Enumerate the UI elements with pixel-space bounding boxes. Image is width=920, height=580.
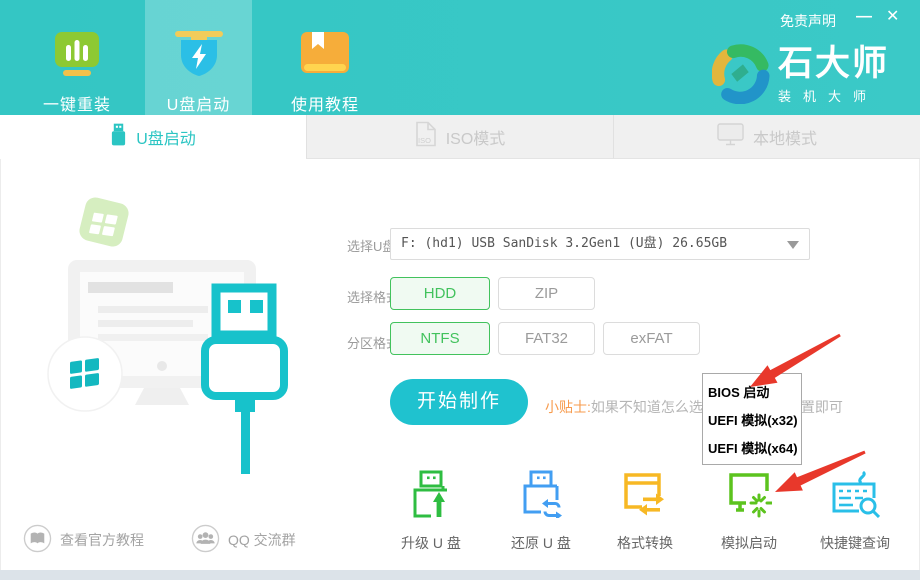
header-bar: 一键重装 U盘启动 使用教程 免责声明 — ✕ (0, 0, 920, 115)
tip-label: 小贴士: (545, 399, 591, 415)
partition-option-exfat[interactable]: exFAT (603, 322, 700, 355)
nav-item-usb-boot[interactable]: U盘启动 (145, 0, 252, 115)
nav-label: 一键重装 (43, 91, 111, 115)
link-label: QQ 交流群 (228, 530, 296, 550)
window-bottom-strip (0, 570, 920, 580)
popup-item-bios[interactable]: BIOS 启动 (708, 382, 801, 401)
action-label: 升级 U 盘 (383, 533, 479, 553)
brand-name: 石大师 (778, 44, 889, 84)
action-simulate-boot[interactable]: 模拟启动 (701, 470, 797, 553)
upgrade-usb-icon (409, 505, 453, 522)
tab-label: U盘启动 (136, 125, 196, 149)
tab-local-mode[interactable]: 本地模式 (613, 115, 920, 159)
partition-option-fat32[interactable]: FAT32 (498, 322, 595, 355)
action-label: 还原 U 盘 (493, 533, 589, 553)
mode-tabs: U盘启动 ISO ISO模式 本地模式 (0, 115, 920, 159)
qq-group-link[interactable]: QQ 交流群 (191, 524, 296, 556)
book-icon (298, 31, 352, 82)
action-upgrade-usb[interactable]: 升级 U 盘 (383, 470, 479, 553)
disclaimer-link[interactable]: 免责声明 (780, 11, 836, 31)
nav-item-tutorial[interactable]: 使用教程 (272, 0, 378, 115)
nav-label: 使用教程 (291, 91, 359, 115)
keyboard-search-icon (830, 505, 880, 522)
nav-item-one-click-reinstall[interactable]: 一键重装 (27, 0, 127, 115)
book-circle-icon (23, 524, 52, 556)
logo-swirl-icon (712, 44, 770, 109)
minimize-button[interactable]: — (856, 8, 872, 26)
boot-mode-popup: BIOS 启动 UEFI 模拟(x32) UEFI 模拟(x64) (702, 373, 802, 465)
format-option-zip[interactable]: ZIP (498, 277, 595, 310)
partition-option-ntfs[interactable]: NTFS (390, 322, 490, 355)
monitor-small-icon (717, 123, 744, 151)
iso-file-icon: ISO (415, 121, 437, 152)
close-button[interactable]: ✕ (886, 8, 899, 26)
format-convert-icon (621, 505, 669, 522)
usb-drive-dropdown[interactable]: F: (hd1) USB SanDisk 3.2Gen1 (U盘) 26.65G… (390, 228, 810, 260)
tab-usb-boot[interactable]: U盘启动 (0, 115, 306, 159)
action-label: 快捷键查询 (807, 533, 903, 553)
chart-icon (53, 31, 101, 82)
popup-item-uefi-x32[interactable]: UEFI 模拟(x32) (708, 410, 801, 429)
start-make-button[interactable]: 开始制作 (390, 379, 528, 425)
link-label: 查看官方教程 (60, 530, 144, 550)
simulate-boot-icon (726, 505, 772, 522)
action-hotkey-query[interactable]: 快捷键查询 (807, 470, 903, 553)
iso-badge-text: ISO (418, 136, 431, 145)
nav-label: U盘启动 (167, 91, 231, 115)
tab-label: ISO模式 (446, 125, 506, 149)
tab-label: 本地模式 (753, 125, 817, 149)
chevron-down-icon (787, 241, 799, 249)
action-label: 模拟启动 (701, 533, 797, 553)
action-format-convert[interactable]: 格式转换 (597, 470, 693, 553)
action-label: 格式转换 (597, 533, 693, 553)
action-restore-usb[interactable]: 还原 U 盘 (493, 470, 589, 553)
tab-iso-mode[interactable]: ISO ISO模式 (306, 115, 613, 159)
brand-subtitle: 装机大师 (778, 86, 889, 105)
usb-stick-icon (110, 123, 127, 152)
app-logo: 石大师 装机大师 (712, 44, 889, 109)
people-circle-icon (191, 524, 220, 556)
format-option-hdd[interactable]: HDD (390, 277, 490, 310)
usb-drive-value: F: (hd1) USB SanDisk 3.2Gen1 (U盘) 26.65G… (401, 229, 727, 259)
popup-item-uefi-x64[interactable]: UEFI 模拟(x64) (708, 438, 801, 457)
shield-icon (171, 31, 227, 82)
restore-usb-icon (519, 505, 563, 522)
official-tutorial-link[interactable]: 查看官方教程 (23, 524, 144, 556)
